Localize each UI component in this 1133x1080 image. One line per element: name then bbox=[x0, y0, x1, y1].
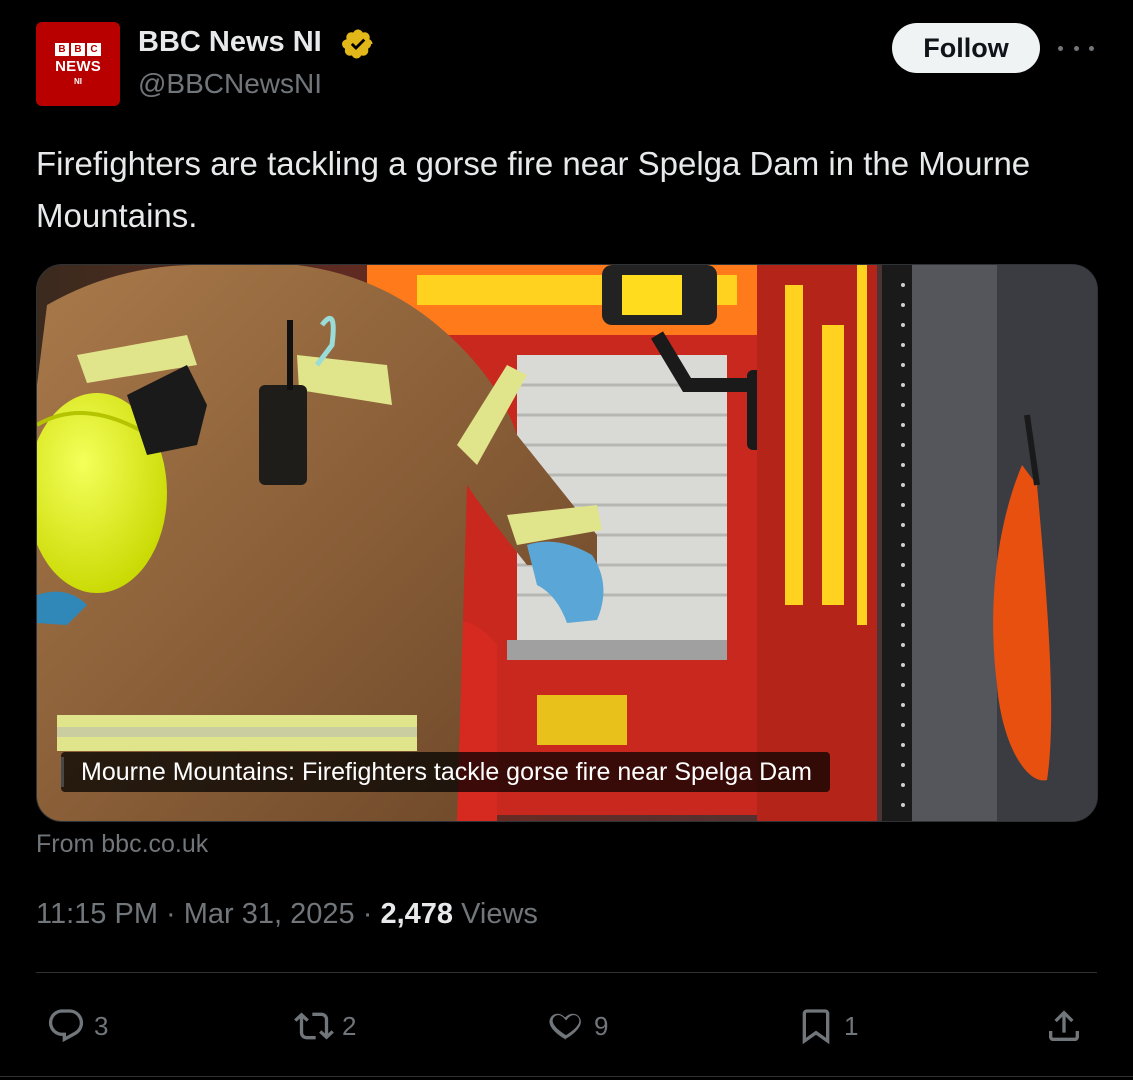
like-count: 9 bbox=[594, 1010, 609, 1041]
display-name[interactable]: BBC News NI bbox=[138, 26, 322, 59]
bbc-letter: B bbox=[71, 42, 85, 56]
like-icon bbox=[549, 1013, 581, 1040]
firefighter-photo bbox=[37, 265, 1097, 821]
views-label: Views bbox=[461, 898, 538, 930]
repost-button[interactable]: 2 bbox=[294, 1004, 356, 1048]
tweet-text: Firefighters are tackling a gorse fire n… bbox=[36, 145, 1031, 234]
avatar-news-text: NEWS bbox=[55, 57, 101, 75]
reply-button[interactable]: 3 bbox=[46, 1004, 108, 1048]
bbc-letter: B bbox=[55, 42, 69, 56]
divider bbox=[0, 1076, 1133, 1077]
verified-icon[interactable] bbox=[341, 27, 375, 61]
avatar[interactable]: B B C NEWS NI bbox=[36, 22, 120, 106]
meta-separator: · bbox=[166, 898, 184, 930]
share-button[interactable] bbox=[1044, 1004, 1092, 1048]
bookmark-button[interactable]: 1 bbox=[796, 1004, 858, 1048]
link-card-image[interactable]: Mourne Mountains: Firefighters tackle go… bbox=[36, 264, 1098, 822]
reply-icon bbox=[48, 1009, 84, 1043]
bbc-letter: C bbox=[87, 42, 101, 56]
reply-count: 3 bbox=[94, 1010, 109, 1041]
handle[interactable]: @BBCNewsNI bbox=[138, 68, 322, 100]
meta-separator: · bbox=[362, 898, 381, 930]
repost-count: 2 bbox=[342, 1010, 357, 1041]
more-icon[interactable] bbox=[1058, 34, 1094, 62]
link-source[interactable]: From bbc.co.uk bbox=[36, 830, 208, 859]
link-card-title[interactable]: Mourne Mountains: Firefighters tackle go… bbox=[61, 752, 830, 792]
bookmark-icon bbox=[802, 1009, 830, 1045]
views-count: 2,478 bbox=[380, 898, 454, 930]
repost-icon bbox=[294, 1012, 334, 1040]
tweet-date[interactable]: Mar 31, 2025 bbox=[184, 898, 355, 930]
follow-button[interactable]: Follow bbox=[892, 23, 1040, 73]
avatar-region-text: NI bbox=[74, 76, 82, 86]
bbc-logo: B B C bbox=[55, 42, 101, 56]
tweet-meta: 11:15 PM · Mar 31, 2025 · 2,478 Views bbox=[36, 898, 538, 931]
tweet-time[interactable]: 11:15 PM bbox=[36, 898, 158, 930]
like-button[interactable]: 9 bbox=[546, 1004, 608, 1048]
divider bbox=[36, 972, 1097, 973]
bookmark-count: 1 bbox=[844, 1010, 859, 1041]
share-icon bbox=[1049, 1010, 1079, 1041]
